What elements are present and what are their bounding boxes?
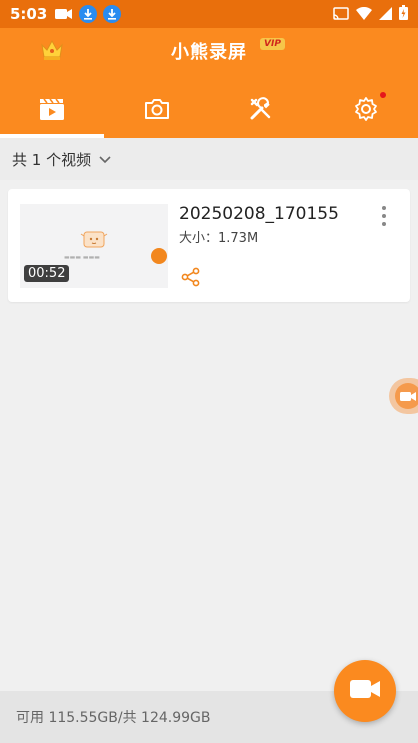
tools-icon (248, 96, 274, 126)
tab-tools[interactable] (209, 84, 314, 138)
video-name: 20250208_170155 (179, 204, 339, 224)
video-thumbnail[interactable]: ▬▬▬ ▬▬▬ 00:52 (20, 204, 168, 288)
signal-icon (379, 5, 392, 24)
wifi-icon (356, 5, 372, 24)
video-camera-icon (349, 678, 381, 704)
video-duration: 00:52 (24, 265, 70, 282)
download-notification-icon (103, 5, 122, 23)
video-camera-icon (400, 387, 416, 406)
storage-info: 可用 115.55GB/共 124.99GB (16, 710, 211, 726)
tab-screenshots[interactable] (105, 84, 210, 138)
camera-status-icon (55, 5, 73, 24)
clapperboard-icon (39, 97, 65, 125)
thumbnail-placeholder-text: ▬▬▬ ▬▬▬ (64, 254, 100, 261)
camera-icon (144, 98, 170, 124)
main-tabs (0, 84, 418, 138)
tab-videos[interactable] (0, 84, 105, 138)
download-notification-icon (79, 5, 98, 23)
video-count-label: 共 1 个视频 (12, 150, 92, 169)
chevron-down-icon (99, 150, 111, 168)
battery-icon (399, 4, 408, 24)
notification-dot (380, 92, 386, 98)
thumbnail-float-icon (151, 248, 167, 264)
floating-recorder-button[interactable] (389, 378, 418, 414)
video-size: 大小：1.73M (179, 231, 259, 246)
gear-icon (353, 96, 379, 126)
more-options-icon[interactable] (378, 203, 390, 229)
empty-bear-illustration (80, 228, 108, 254)
video-filter-dropdown[interactable]: 共 1 个视频 (0, 138, 418, 180)
status-bar: 5:03 (0, 0, 418, 28)
video-list-item[interactable]: ▬▬▬ ▬▬▬ 00:52 20250208_170155 大小：1.73M (8, 189, 410, 302)
app-header: 小熊录屏 VIP (0, 28, 418, 138)
start-recording-button[interactable] (334, 660, 396, 722)
share-icon[interactable] (181, 267, 201, 291)
vip-badge: VIP (260, 38, 285, 50)
cast-icon (333, 5, 349, 24)
status-time: 5:03 (10, 5, 48, 23)
tab-settings[interactable] (314, 84, 418, 138)
app-title: 小熊录屏 (171, 42, 247, 63)
